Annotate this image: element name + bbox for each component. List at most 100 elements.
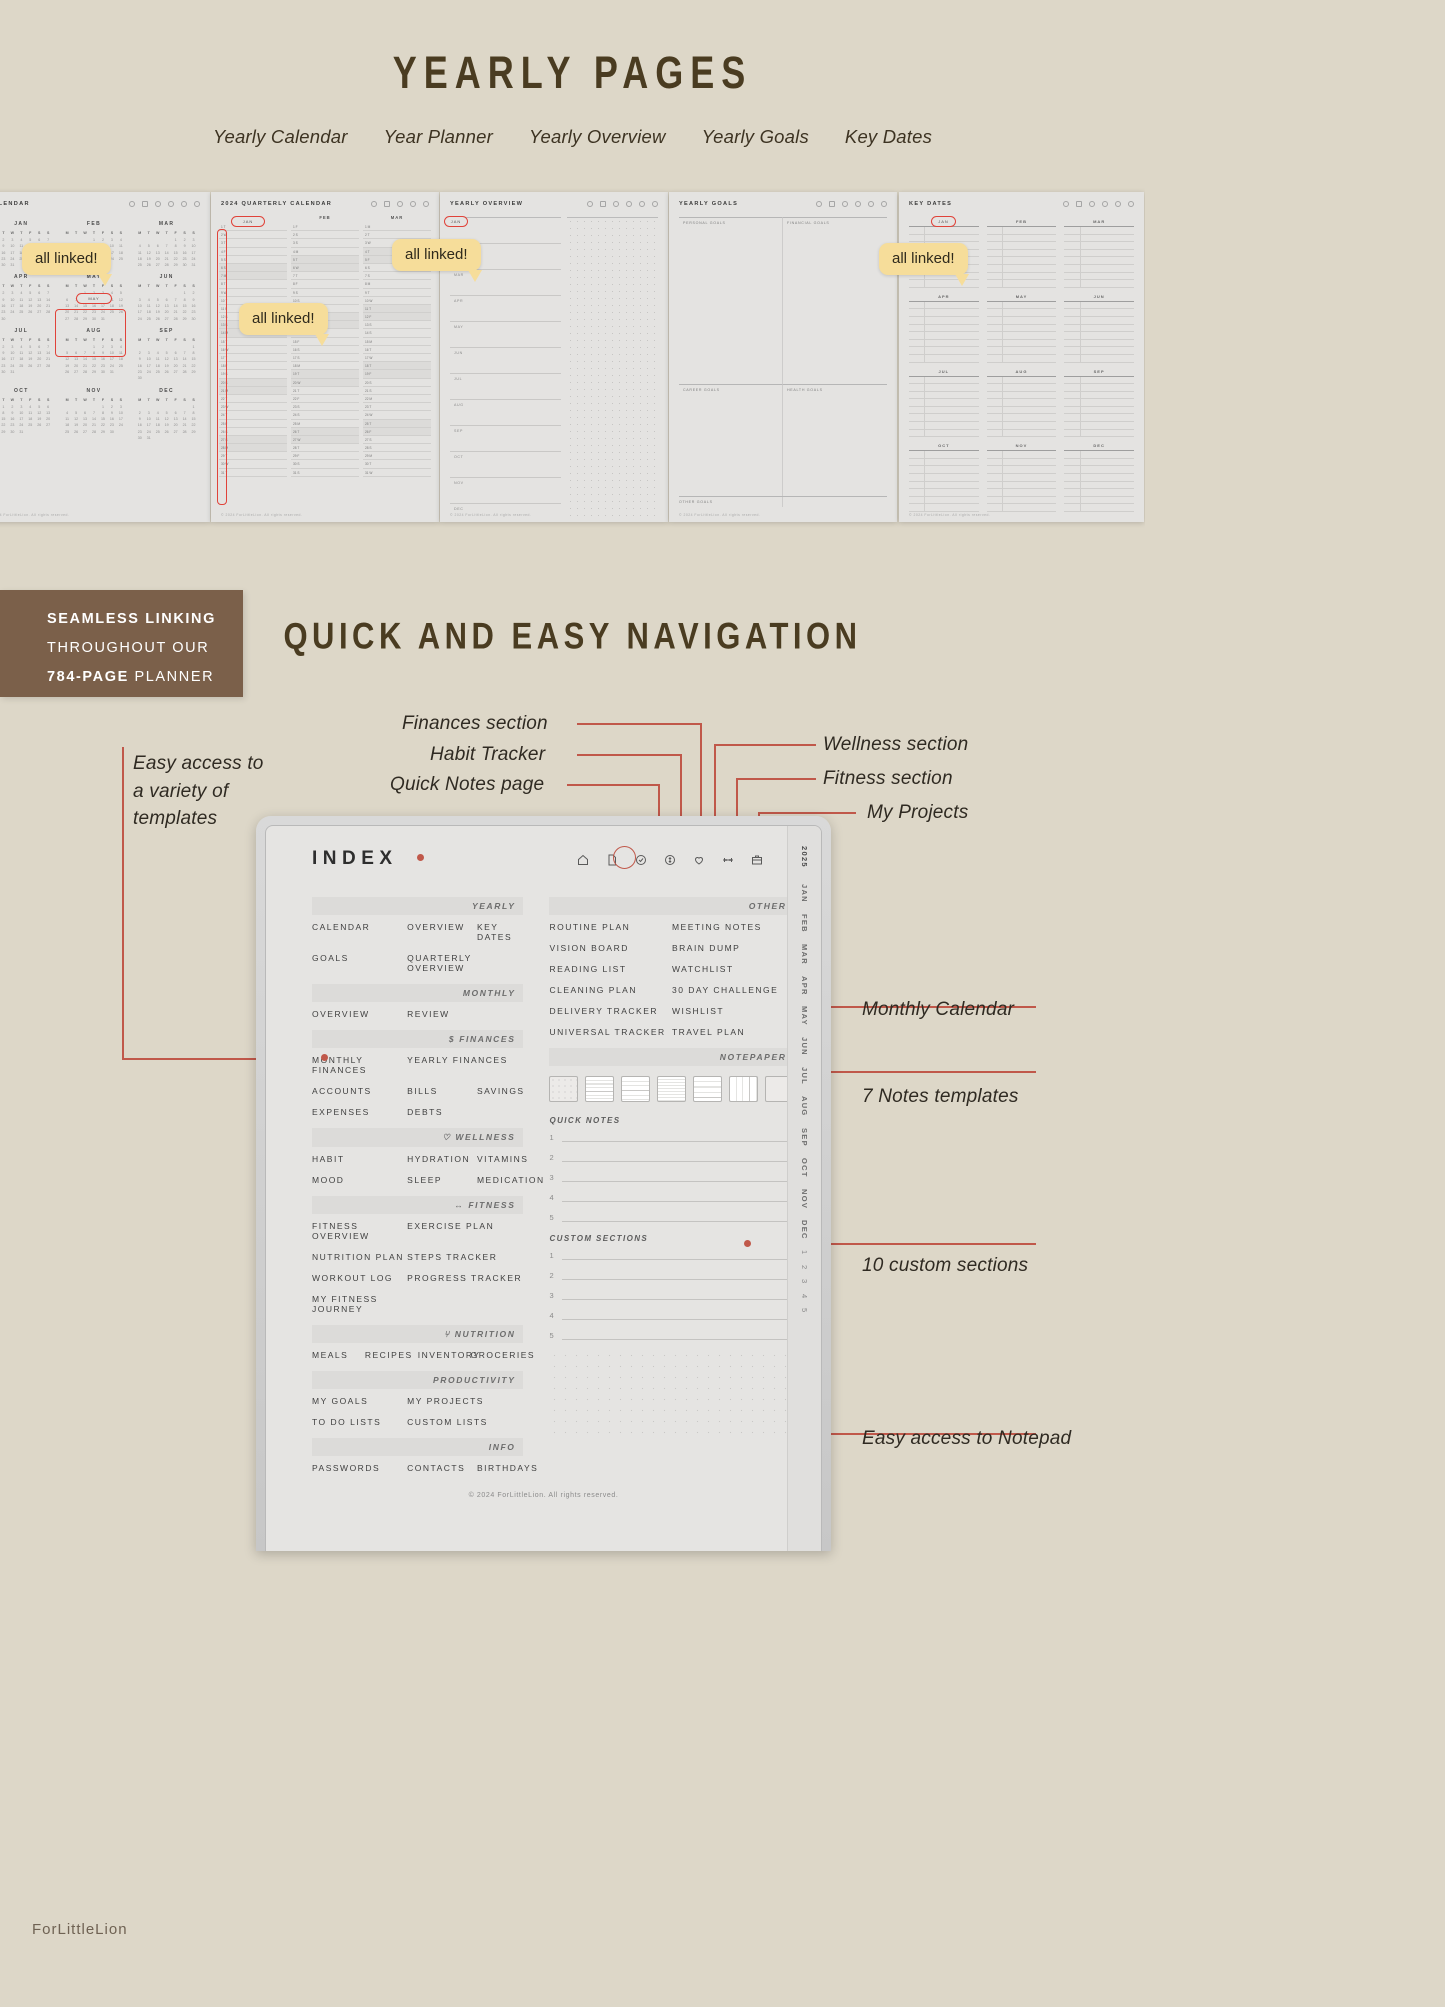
overview-month-nov[interactable]: NOV [450, 478, 562, 504]
day-row[interactable]: 29 M [363, 452, 431, 461]
index-link-recipes[interactable]: RECIPES [365, 1350, 418, 1360]
index-link-vitamins[interactable]: VITAMINS [477, 1154, 527, 1164]
day-row[interactable]: 3 S [291, 239, 359, 248]
month-tab-aug[interactable]: AUG [800, 1096, 809, 1117]
index-link-accounts[interactable]: ACCOUNTS [312, 1086, 407, 1096]
write-line[interactable] [562, 1132, 795, 1142]
index-link-routine-plan[interactable]: ROUTINE PLAN [549, 922, 672, 932]
day-row[interactable]: 24 W [363, 411, 431, 420]
fitness-icon[interactable] [720, 852, 735, 867]
index-link-exercise-plan[interactable]: EXERCISE PLAN [407, 1221, 523, 1241]
day-row[interactable]: 19 S [219, 370, 287, 379]
index-link-to-do-lists[interactable]: TO DO LISTS [312, 1417, 407, 1427]
day-row[interactable]: 9 T [363, 289, 431, 297]
index-link-fitness-overview[interactable]: FITNESS OVERVIEW [312, 1221, 407, 1241]
day-row[interactable]: 18 M [291, 362, 359, 371]
day-row[interactable]: 21 M [219, 386, 287, 395]
custom-section-line-1[interactable]: 1 [549, 1250, 795, 1260]
quarter-column-jan[interactable]: JAN1 T2 W3 T4 F5 S6 S7 M8 T9 W10 T11 F12… [219, 215, 287, 477]
day-row[interactable]: 26 F [363, 427, 431, 436]
day-row[interactable]: 23 S [291, 403, 359, 412]
notepad-dot-grid[interactable] [549, 1350, 795, 1438]
goal-cell-personal[interactable]: PERSONAL GOALS [679, 217, 783, 384]
day-row[interactable]: 21 S [363, 387, 431, 395]
month-tab-2025[interactable]: 2025 [800, 846, 809, 868]
day-row[interactable]: 5 T [291, 255, 359, 264]
day-row[interactable]: 21 T [291, 387, 359, 395]
day-row[interactable]: 24 S [291, 411, 359, 420]
index-link-yearly-finances[interactable]: YEARLY FINANCES [407, 1055, 523, 1075]
mini-month-jul[interactable]: JULMTWTFSS123456789101112131415161718192… [0, 328, 53, 382]
quick-note-line-4[interactable]: 4 [549, 1192, 795, 1202]
index-link-mood[interactable]: MOOD [312, 1175, 407, 1185]
day-row[interactable]: 26 S [219, 428, 287, 436]
month-tab-feb[interactable]: FEB [800, 914, 809, 933]
month-tab-1[interactable]: 1 [800, 1250, 809, 1255]
home-icon[interactable] [575, 852, 590, 867]
day-row[interactable]: 28 T [291, 444, 359, 453]
month-tab-mar[interactable]: MAR [800, 944, 809, 965]
day-row[interactable]: 16 T [363, 346, 431, 354]
day-row[interactable]: 18 T [363, 362, 431, 371]
day-row[interactable]: 23 W [219, 403, 287, 412]
key-dates-month-feb[interactable]: FEB [986, 219, 1057, 288]
index-link-progress-tracker[interactable]: PROGRESS TRACKER [407, 1273, 523, 1283]
day-row[interactable]: 8 T [219, 280, 287, 289]
write-line[interactable] [562, 1212, 795, 1222]
day-row[interactable]: 7 M [219, 272, 287, 281]
index-link-bills[interactable]: BILLS [407, 1086, 477, 1096]
custom-section-line-4[interactable]: 4 [549, 1310, 795, 1320]
write-line[interactable] [562, 1250, 795, 1260]
day-row[interactable]: 20 W [291, 378, 359, 387]
day-row[interactable]: 28 S [363, 444, 431, 453]
day-row[interactable]: 25 T [363, 419, 431, 428]
day-row[interactable]: 14 S [363, 329, 431, 338]
highlight-ring-home-icon[interactable] [613, 846, 636, 869]
index-link-expenses[interactable]: EXPENSES [312, 1107, 407, 1117]
key-dates-month-dec[interactable]: DEC [1064, 443, 1134, 512]
index-link-habit[interactable]: HABIT [312, 1154, 407, 1164]
month-tab-oct[interactable]: OCT [800, 1158, 809, 1178]
day-row[interactable]: 4 M [291, 248, 359, 256]
write-line[interactable] [562, 1270, 795, 1280]
index-link-my-goals[interactable]: MY GOALS [312, 1396, 407, 1406]
day-row[interactable]: 23 T [363, 403, 431, 412]
thumbnail-yearly-goals[interactable]: YEARLY GOALS PERSONAL GOALS FINANCIAL GO… [669, 192, 897, 522]
goal-cell-career[interactable]: CAREER GOALS [679, 383, 783, 507]
day-row[interactable]: 29 F [291, 452, 359, 461]
mini-month-dec[interactable]: DEC M T W T F S S 1 2 3 4 5 6 7 8 9 10 11 12 13 14 15 16 17 18 19 2… [135, 388, 198, 442]
quick-note-line-3[interactable]: 3 [549, 1172, 795, 1182]
day-row[interactable]: 13 S [363, 321, 431, 330]
day-row[interactable]: 30 T [363, 460, 431, 469]
day-row[interactable]: 2 W [219, 231, 287, 240]
notepaper-template-3[interactable] [621, 1076, 651, 1102]
month-tab-5[interactable]: 5 [800, 1308, 809, 1313]
index-link-wishlist[interactable]: WISHLIST [672, 1006, 795, 1016]
index-link-my-projects[interactable]: MY PROJECTS [407, 1396, 523, 1406]
index-link-goals[interactable]: GOALS [312, 953, 407, 973]
index-link-meals[interactable]: MEALS [312, 1350, 365, 1360]
notepaper-template-6[interactable] [729, 1076, 759, 1102]
month-tab-4[interactable]: 4 [800, 1294, 809, 1299]
day-row[interactable]: 6 S [219, 263, 287, 273]
month-tab-3[interactable]: 3 [800, 1279, 809, 1284]
day-row[interactable]: 7 S [363, 272, 431, 281]
quick-note-line-5[interactable]: 5 [549, 1212, 795, 1222]
day-row[interactable]: 15 M [363, 338, 431, 346]
index-link-vision-board[interactable]: VISION BOARD [549, 943, 672, 953]
key-dates-month-jul[interactable]: JUL [909, 369, 979, 438]
mini-month-mar[interactable]: MAR M T W T F S S 1 2 3 4 5 6 7 8 9 10 11 12 13 14 15 16 17 18 19 2… [135, 221, 198, 268]
index-link-savings[interactable]: SAVINGS [477, 1086, 524, 1096]
key-dates-month-nov[interactable]: NOV [986, 443, 1057, 512]
index-link-sleep[interactable]: SLEEP [407, 1175, 477, 1185]
day-row[interactable]: 22 T [219, 395, 287, 404]
key-dates-month-may[interactable]: MAY [986, 294, 1057, 363]
day-row[interactable]: 17 T [219, 354, 287, 363]
index-link-cleaning-plan[interactable]: CLEANING PLAN [549, 985, 672, 995]
day-row[interactable]: 28 M [219, 444, 287, 453]
mini-month-jun[interactable]: JUN M T W T F S S 1 2 3 4 5 6 7 8 9 10 11 12 13 14 15 16 17 18 19 2… [135, 274, 198, 321]
day-row[interactable]: 16 W [219, 346, 287, 354]
day-row[interactable]: 16 S [291, 346, 359, 354]
highlight-pill-jan-keydates[interactable]: JAN [931, 216, 956, 227]
custom-section-line-2[interactable]: 2 [549, 1270, 795, 1280]
